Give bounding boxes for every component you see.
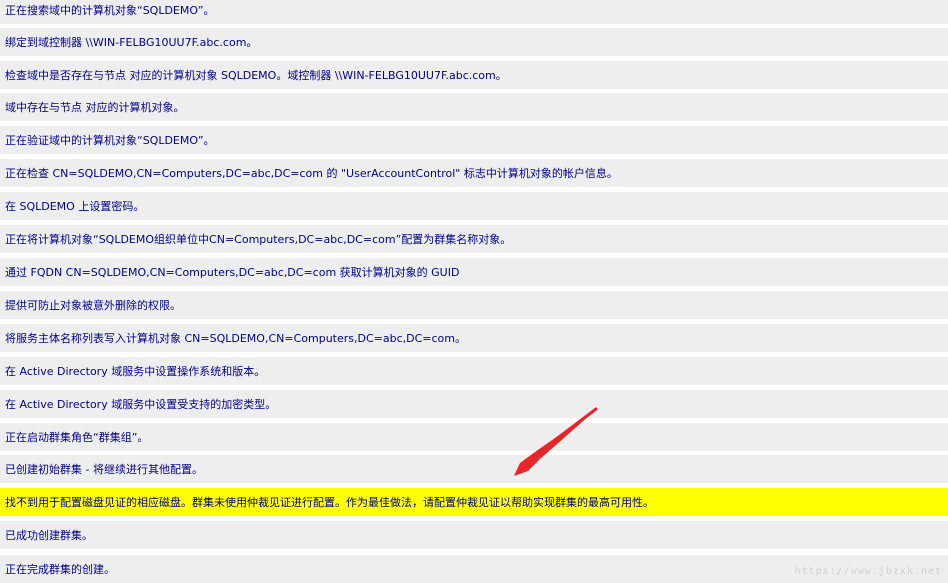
log-row: 将服务主体名称列表写入计算机对象 CN=SQLDEMO,CN=Computers…: [0, 324, 948, 352]
log-row: 正在将计算机对象“SQLDEMO组织单位中CN=Computers,DC=abc…: [0, 225, 948, 253]
log-row-text: 正在检查 CN=SQLDEMO,CN=Computers,DC=abc,DC=c…: [5, 166, 618, 180]
log-row-text: 在 SQLDEMO 上设置密码。: [5, 199, 145, 213]
log-row-text: 域中存在与节点 对应的计算机对象。: [5, 100, 185, 114]
log-row: 正在启动群集角色“群集组”。: [0, 423, 948, 451]
log-row-text: 绑定到域控制器 \\WIN-FELBG10UU7F.abc.com。: [5, 35, 258, 49]
log-row-warning: 找不到用于配置磁盘见证的相应磁盘。群集未使用仲裁见证进行配置。作为最佳做法，请配…: [0, 488, 948, 516]
log-row-text: 已成功创建群集。: [5, 528, 93, 542]
log-row: 提供可防止对象被意外删除的权限。: [0, 291, 948, 319]
log-row-text: 已创建初始群集 - 将继续进行其他配置。: [5, 462, 203, 476]
log-row: 正在验证域中的计算机对象“SQLDEMO”。: [0, 126, 948, 154]
log-row: 在 Active Directory 域服务中设置操作系统和版本。: [0, 357, 948, 385]
log-row: 绑定到域控制器 \\WIN-FELBG10UU7F.abc.com。: [0, 28, 948, 56]
log-row: 已创建初始群集 - 将继续进行其他配置。: [0, 455, 948, 483]
log-row-text: 正在将计算机对象“SQLDEMO组织单位中CN=Computers,DC=abc…: [5, 232, 512, 246]
cluster-creation-log: 正在搜索域中的计算机对象“SQLDEMO”。 绑定到域控制器 \\WIN-FEL…: [0, 0, 948, 583]
log-row-text: 在 Active Directory 域服务中设置受支持的加密类型。: [5, 397, 277, 411]
log-row: 正在搜索域中的计算机对象“SQLDEMO”。: [0, 0, 948, 24]
log-row: 通过 FQDN CN=SQLDEMO,CN=Computers,DC=abc,D…: [0, 258, 948, 286]
log-row: 正在检查 CN=SQLDEMO,CN=Computers,DC=abc,DC=c…: [0, 159, 948, 187]
log-row-text: 通过 FQDN CN=SQLDEMO,CN=Computers,DC=abc,D…: [5, 265, 460, 279]
log-row-text: 提供可防止对象被意外删除的权限。: [5, 298, 181, 312]
log-row: 在 SQLDEMO 上设置密码。: [0, 192, 948, 220]
log-row-text: 正在完成群集的创建。: [5, 562, 115, 576]
log-row-text: 在 Active Directory 域服务中设置操作系统和版本。: [5, 364, 266, 378]
log-row-text: 正在验证域中的计算机对象“SQLDEMO”。: [5, 133, 215, 147]
watermark: https://www.jbzxk.net: [794, 566, 942, 577]
log-row-text: 检查域中是否存在与节点 对应的计算机对象 SQLDEMO。域控制器 \\WIN-…: [5, 68, 507, 82]
log-row-text: 正在搜索域中的计算机对象“SQLDEMO”。: [5, 3, 215, 17]
log-row: 域中存在与节点 对应的计算机对象。: [0, 93, 948, 121]
warning-text: 找不到用于配置磁盘见证的相应磁盘。群集未使用仲裁见证进行配置。作为最佳做法，请配…: [5, 495, 654, 509]
log-row: 检查域中是否存在与节点 对应的计算机对象 SQLDEMO。域控制器 \\WIN-…: [0, 61, 948, 89]
log-row-text: 将服务主体名称列表写入计算机对象 CN=SQLDEMO,CN=Computers…: [5, 331, 466, 345]
log-row: 已成功创建群集。: [0, 521, 948, 549]
log-row-text: 正在启动群集角色“群集组”。: [5, 430, 149, 444]
log-row: 在 Active Directory 域服务中设置受支持的加密类型。: [0, 390, 948, 418]
